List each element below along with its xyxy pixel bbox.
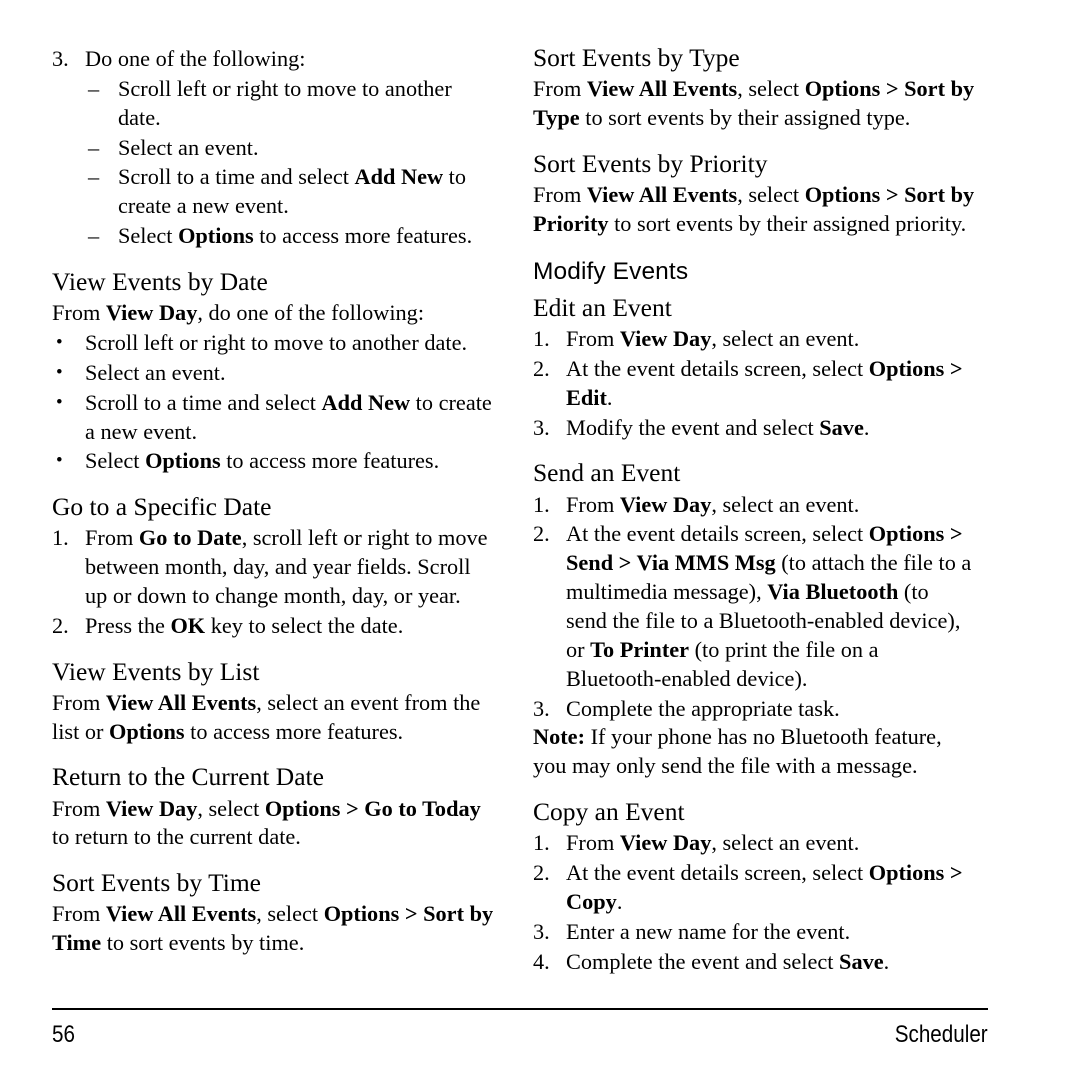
bullet-marker: • — [56, 361, 63, 383]
list-item-text: Press the OK key to select the date. — [85, 612, 404, 638]
list-item: 2. At the event details screen, select O… — [533, 520, 975, 693]
left-column: 3. Do one of the following: – Scroll lef… — [52, 44, 494, 958]
heading-view-events-by-list: View Events by List — [52, 656, 260, 686]
heading-return-to-current-date: Return to the Current Date — [52, 762, 324, 792]
list-item-text: Scroll left or right to move to another … — [118, 75, 452, 130]
list-item-text: Scroll to a time and select Add New to c… — [118, 164, 467, 219]
list-item: • Select an event. — [52, 359, 494, 388]
footer-divider — [52, 1008, 988, 1010]
list-item-text: Scroll left or right to move to another … — [85, 329, 468, 355]
list-item-text: Modify the event and select Save. — [566, 414, 870, 440]
list-item-text: Select Options to access more features. — [85, 448, 440, 474]
numbered-list-copy-an-event: 1. From View Day, select an event. 2. At… — [533, 829, 975, 976]
paragraph-sort-events-by-type: From View All Events, select Options > S… — [533, 76, 975, 130]
heading-view-events-by-date: View Events by Date — [52, 267, 268, 297]
list-marker: 2. — [533, 860, 550, 885]
paragraph-sort-events-by-time: From View All Events, select Options > S… — [52, 901, 494, 956]
numbered-list-send-an-event: 1. From View Day, select an event. 2. At… — [533, 491, 975, 724]
paragraph-sort-events-by-priority: From View All Events, select Options > S… — [533, 181, 975, 236]
list-item: – Scroll left or right to move to anothe… — [88, 75, 494, 133]
paragraph-view-events-by-date-intro: From View Day, do one of the following: — [52, 300, 425, 326]
heading-edit-an-event: Edit an Event — [533, 292, 672, 322]
list-item-text: Enter a new name for the event. — [566, 918, 851, 944]
paragraph-note: Note: If your phone has no Bluetooth fea… — [533, 724, 942, 779]
heading-sort-events-by-priority: Sort Events by Priority — [533, 148, 768, 178]
two-column-body: 3. Do one of the following: – Scroll lef… — [52, 43, 992, 989]
list-item-text: Scroll to a time and select Add New to c… — [85, 389, 492, 444]
list-marker: 1. — [533, 326, 550, 352]
list-marker: 3. — [52, 46, 69, 71]
numbered-list-go-to-specific-date: 1. From Go to Date, scroll left or right… — [52, 524, 494, 640]
list-item: – Select Options to access more features… — [88, 222, 494, 251]
heading-send-an-event: Send an Event — [533, 458, 681, 488]
numbered-list-edit-an-event: 1. From View Day, select an event. 2. At… — [533, 325, 975, 442]
list-item: 2. At the event details screen, select O… — [533, 859, 975, 917]
heading-sort-events-by-type: Sort Events by Type — [533, 43, 740, 72]
list-item: 3. Enter a new name for the event. — [533, 918, 975, 947]
bullet-marker: • — [56, 331, 63, 353]
footer-section-title: Scheduler — [894, 1021, 988, 1048]
list-item: 3. Modify the event and select Save. — [533, 414, 975, 443]
list-marker: 2. — [533, 355, 550, 381]
list-marker: 2. — [533, 521, 550, 547]
list-item-text: From View Day, select an event. — [566, 830, 860, 856]
dash-marker: – — [88, 164, 100, 190]
list-item-text: Complete the appropriate task. — [566, 695, 840, 721]
list-item: 4. Complete the event and select Save. — [533, 948, 975, 977]
list-item: 1. From View Day, select an event. — [533, 829, 975, 858]
list-item: 3. Do one of the following: — [52, 45, 494, 74]
heading-go-to-specific-date: Go to a Specific Date — [52, 492, 272, 522]
list-item: • Scroll to a time and select Add New to… — [52, 389, 494, 447]
right-column: Sort Events by Type From View All Events… — [533, 43, 975, 976]
page-footer: 56 Scheduler — [52, 1018, 988, 1052]
dash-marker: – — [88, 75, 100, 101]
list-item: – Scroll to a time and select Add New to… — [88, 163, 494, 221]
list-item: • Scroll left or right to move to anothe… — [52, 329, 494, 358]
list-marker: 1. — [533, 491, 550, 517]
dash-marker: – — [88, 223, 100, 249]
manual-page: 3. Do one of the following: – Scroll lef… — [0, 0, 1080, 1080]
list-item-text: Do one of the following: — [85, 46, 306, 71]
heading-copy-an-event: Copy an Event — [533, 797, 685, 827]
list-item: 2. Press the OK key to select the date. — [52, 612, 494, 641]
list-item-text: From View Day, select an event. — [566, 326, 860, 352]
list-item: 1. From Go to Date, scroll left or right… — [52, 524, 494, 611]
paragraph-return-to-current-date: From View Day, select Options > Go to To… — [52, 795, 481, 850]
heading-modify-events: Modify Events — [533, 257, 689, 285]
list-item-text: At the event details screen, select Opti… — [566, 355, 963, 410]
paragraph-view-events-by-list: From View All Events, select an event fr… — [52, 689, 481, 744]
list-item: 1. From View Day, select an event. — [533, 491, 975, 520]
list-item-text: Select an event. — [85, 359, 226, 385]
list-item: 1. From View Day, select an event. — [533, 325, 975, 354]
list-item-text: At the event details screen, select Opti… — [566, 521, 972, 691]
list-item: 2. At the event details screen, select O… — [533, 355, 975, 413]
list-item: • Select Options to access more features… — [52, 447, 494, 476]
bullet-marker: • — [56, 391, 63, 413]
bullet-marker: • — [56, 450, 63, 472]
list-item-text: From View Day, select an event. — [566, 491, 860, 517]
list-item: 3. Complete the appropriate task. — [533, 695, 975, 724]
dash-marker: – — [88, 134, 100, 160]
list-marker: 3. — [533, 414, 550, 440]
list-item-text: From Go to Date, scroll left or right to… — [85, 525, 488, 608]
list-item-text: Select an event. — [118, 134, 259, 160]
list-item: – Select an event. — [88, 134, 494, 163]
list-marker: 3. — [533, 918, 550, 944]
list-item-text: Select Options to access more features. — [118, 223, 473, 249]
heading-sort-events-by-time: Sort Events by Time — [52, 868, 261, 898]
list-marker: 2. — [52, 612, 69, 638]
bullet-list-view-events-by-date: • Scroll left or right to move to anothe… — [52, 329, 494, 476]
list-marker: 1. — [533, 830, 550, 856]
list-item-text: At the event details screen, select Opti… — [566, 860, 963, 914]
list-item-text: Complete the event and select Save. — [566, 948, 890, 974]
list-marker: 4. — [533, 948, 550, 974]
nested-dash-list: – Scroll left or right to move to anothe… — [52, 75, 494, 251]
list-marker: 1. — [52, 525, 69, 551]
list-marker: 3. — [533, 695, 550, 721]
